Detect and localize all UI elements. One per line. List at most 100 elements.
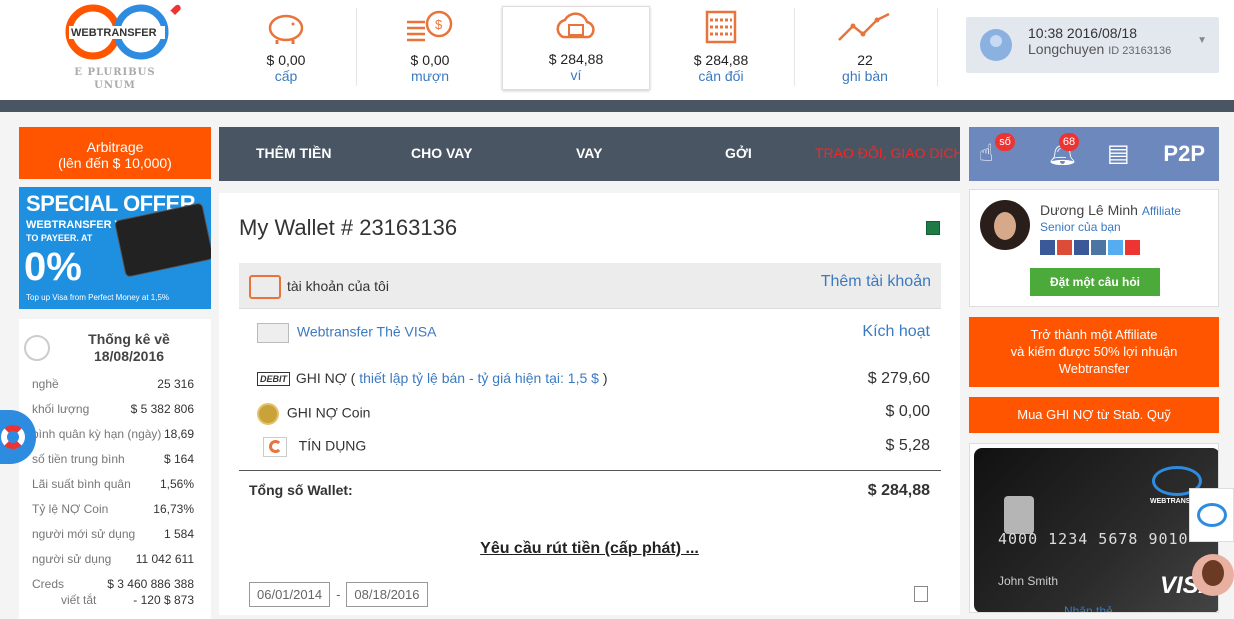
stat-borrowed[interactable]: $ $ 0,00 mượn bbox=[370, 8, 490, 88]
debit-badge: DEBIT bbox=[257, 372, 290, 387]
card-number: 4000 1234 5678 9010 bbox=[998, 530, 1189, 548]
offer-line2: TO PAYEER. AT bbox=[26, 233, 93, 243]
chat-button[interactable] bbox=[1189, 488, 1234, 542]
debit-label: GHI NỢ ( bbox=[295, 370, 356, 386]
nav-exchange[interactable]: TRAO ĐỔI, GIAO DỊCH bbox=[815, 145, 960, 161]
user-menu[interactable]: 10:38 2016/08/18 Longchuyen ID 23163136 … bbox=[966, 17, 1219, 73]
total-value: $ 284,88 bbox=[867, 482, 930, 499]
ask-question-button[interactable]: Đặt một câu hỏi bbox=[1030, 268, 1160, 296]
total-label: Tổng số Wallet: bbox=[249, 482, 353, 498]
nav-add-money[interactable]: THÊM TIỀN bbox=[256, 145, 331, 161]
stat-value: $ 0,00 bbox=[266, 52, 306, 68]
stat-score[interactable]: 22 ghi bàn bbox=[805, 8, 925, 88]
advisor-card: Dương Lê Minh Affiliate Senior của bạn Đ… bbox=[969, 189, 1219, 307]
back-arrow-icon[interactable] bbox=[24, 335, 50, 361]
stats-panel: Thống kê về 18/08/2016 nghề 25 316 khối lư… bbox=[19, 319, 211, 619]
visa-card-row: Webtransfer Thẻ VISA Kích hoạt bbox=[257, 323, 930, 343]
my-account-label: tài khoản của tôi bbox=[287, 278, 389, 294]
buy-debit-button[interactable]: Mua GHI NỢ từ Stab. Quỹ bbox=[969, 397, 1219, 433]
withdraw-request-link[interactable]: Yêu cầu rút tiền (cấp phát) ... bbox=[219, 540, 960, 558]
get-card-link[interactable]: Nhận thẻ bbox=[1064, 604, 1113, 612]
twitter-icon[interactable] bbox=[1108, 240, 1123, 255]
debit-row: DEBIT GHI NỢ ( thiết lập tỷ lệ bán - tỷ … bbox=[257, 370, 930, 387]
my-account-header: tài khoản của tôi Thêm tài khoản bbox=[239, 263, 941, 309]
date-from-input[interactable]: 06/01/2014 bbox=[249, 582, 331, 607]
email-icon[interactable] bbox=[1040, 240, 1055, 255]
credit-value: $ 5,28 bbox=[885, 437, 930, 454]
main-nav: THÊM TIỀN CHO VAY VAY GỞI TRAO ĐỔI, GIAO… bbox=[219, 127, 960, 181]
debit-rate-link[interactable]: thiết lập tỷ lệ bán - tỷ giá hiện tại: 1… bbox=[359, 370, 599, 386]
nav-send[interactable]: GỞI bbox=[725, 145, 752, 161]
nav-borrow[interactable]: VAY bbox=[576, 145, 602, 161]
nav-lend[interactable]: CHO VAY bbox=[411, 145, 472, 161]
wallet-panel: My Wallet # 23163136 tài khoản của tôi T… bbox=[219, 193, 960, 615]
social-links bbox=[1040, 240, 1140, 255]
notification-badge: 68 bbox=[1059, 133, 1079, 151]
vk-icon[interactable] bbox=[1091, 240, 1106, 255]
user-name-line: Longchuyen ID 23163136 bbox=[1028, 41, 1171, 57]
user-datetime: 10:38 2016/08/18 bbox=[1028, 25, 1137, 41]
coin-icon bbox=[257, 403, 279, 425]
top-header: WEBTRANSFER E PLURIBUS UNUM $ 0,00 cấp $ … bbox=[0, 0, 1234, 100]
offer-percent: 0% bbox=[24, 245, 82, 289]
date-to-input[interactable]: 08/18/2016 bbox=[346, 582, 428, 607]
become-affiliate-button[interactable]: Trở thành một Affiliate và kiếm được 50% … bbox=[969, 317, 1219, 387]
debit-coin-row: GHI NỢ Coin $ 0,00 bbox=[257, 403, 930, 425]
google-plus-icon[interactable] bbox=[1057, 240, 1072, 255]
advisor-name: Dương Lê Minh bbox=[1040, 202, 1138, 218]
stat-wallet[interactable]: $ 284,88 ví bbox=[502, 6, 650, 90]
piggy-bank-icon bbox=[226, 8, 346, 46]
stat-row: số tiền trung bình $ 164 bbox=[32, 452, 194, 466]
stat-row: bình quân kỳ hạn (ngày) 18,69 bbox=[32, 427, 194, 441]
svg-text:$: $ bbox=[435, 17, 443, 32]
divider bbox=[937, 8, 938, 86]
arbitrage-button[interactable]: Arbitrage (lên đến $ 10,000) bbox=[19, 127, 211, 179]
add-account-link[interactable]: Thêm tài khoản bbox=[821, 273, 931, 291]
stat-issued[interactable]: $ 0,00 cấp bbox=[226, 8, 346, 88]
cloud-wallet-icon bbox=[503, 7, 649, 45]
debit-close: ) bbox=[602, 370, 608, 386]
advisor-name-line: Dương Lê Minh Affiliate bbox=[1040, 202, 1181, 218]
logo[interactable]: WEBTRANSFER E PLURIBUS UNUM bbox=[55, 4, 185, 96]
stat-row: viết tắt - 120 $ 873 bbox=[61, 593, 194, 607]
credit-label: TÍN DỤNG bbox=[298, 437, 367, 454]
date-range: 06/01/2014-08/18/2016 bbox=[249, 582, 428, 607]
page-title: My Wallet # 23163136 bbox=[239, 215, 458, 240]
excel-export-icon[interactable] bbox=[926, 221, 940, 235]
handshake-icon[interactable]: ☝ bbox=[979, 139, 994, 168]
p2p-button[interactable]: P2P bbox=[1163, 141, 1205, 167]
credit-icon bbox=[263, 437, 287, 457]
divider bbox=[239, 470, 941, 471]
advisor-role: Affiliate bbox=[1141, 204, 1181, 218]
coins-icon: $ bbox=[370, 8, 490, 46]
stat-row: người mới sử dụng 1 584 bbox=[32, 527, 194, 541]
activate-link[interactable]: Kích hoạt bbox=[862, 323, 930, 341]
stat-row: Creds $ 3 460 886 388 bbox=[32, 577, 194, 591]
card-name: John Smith bbox=[998, 574, 1059, 588]
logo-wordmark: WEBTRANSFER bbox=[71, 27, 157, 39]
total-row: Tổng số Wallet: $ 284,88 bbox=[249, 482, 930, 499]
user-id: ID 23163136 bbox=[1108, 45, 1172, 57]
stat-value: $ 0,00 bbox=[410, 52, 450, 68]
avatar bbox=[980, 29, 1012, 61]
newspaper-icon[interactable]: ▤ bbox=[1107, 139, 1130, 168]
facebook-icon[interactable] bbox=[1074, 240, 1089, 255]
advisor-sub: Senior của bạn bbox=[1040, 220, 1121, 234]
visa-card-promo[interactable]: WEBTRANSFER 4000 1234 5678 9010 John Smi… bbox=[969, 443, 1219, 613]
chevron-down-icon[interactable]: ▼ bbox=[1197, 35, 1207, 46]
stat-label: mượn bbox=[410, 68, 449, 84]
divider bbox=[356, 8, 357, 86]
webtransfer-icon[interactable] bbox=[1125, 240, 1140, 255]
wallet-icon bbox=[249, 275, 281, 299]
stat-balance[interactable]: $ 284,88 cân đối bbox=[661, 8, 781, 88]
header-strip bbox=[0, 100, 1234, 112]
stat-label: cân đối bbox=[698, 68, 744, 84]
visa-card-link[interactable]: Webtransfer Thẻ VISA bbox=[297, 324, 437, 340]
download-icon[interactable] bbox=[914, 586, 928, 602]
support-agent-avatar[interactable] bbox=[1192, 554, 1234, 596]
stat-value: $ 284,88 bbox=[548, 51, 604, 67]
stat-row: khối lượng $ 5 382 806 bbox=[32, 402, 194, 416]
stat-value: 22 bbox=[857, 52, 873, 68]
special-offer-banner[interactable]: SPECIAL OFFER WEBTRANSFER VISA CARD TO P… bbox=[19, 187, 211, 309]
chat-bubble-icon bbox=[1196, 503, 1227, 527]
